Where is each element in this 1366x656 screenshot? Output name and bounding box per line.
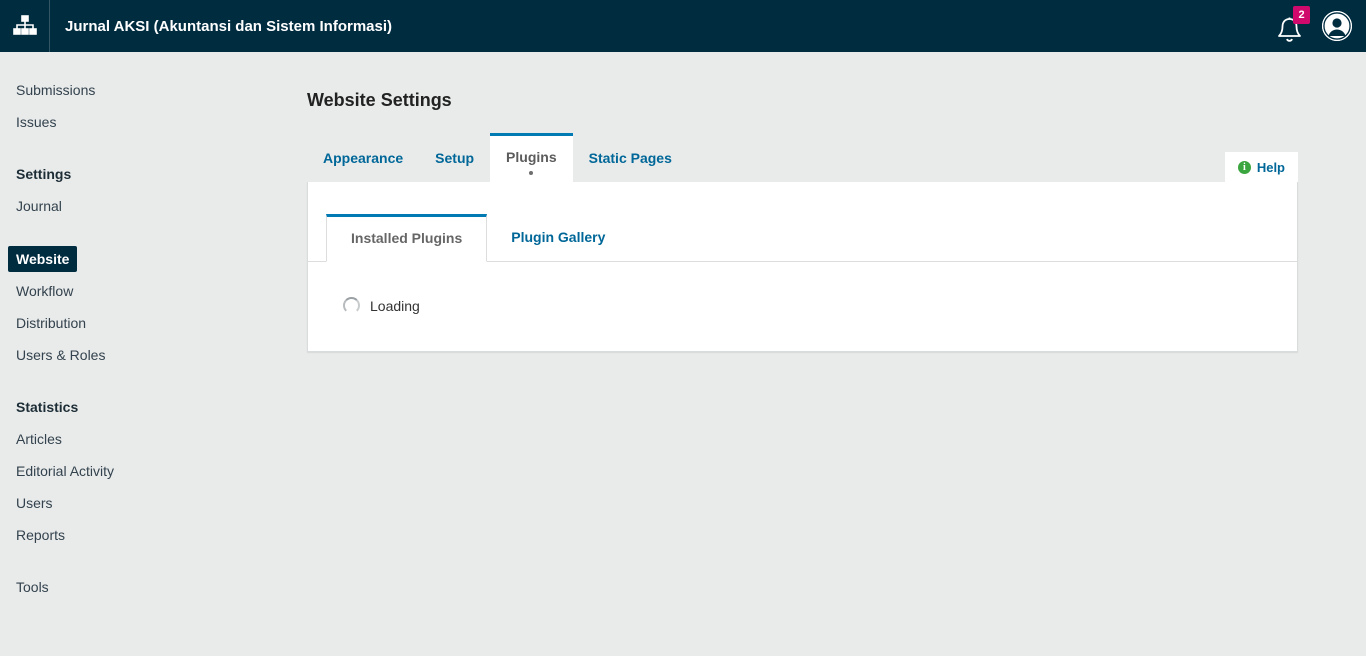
sidebar-nav: Submissions Issues Settings Journal Webs… — [0, 52, 307, 656]
loading-area: Loading — [308, 262, 1297, 351]
sidebar-item-reports[interactable]: Reports — [16, 525, 307, 545]
loading-label: Loading — [370, 297, 420, 314]
notifications-button[interactable]: 2 — [1272, 6, 1310, 44]
main-content: Website Settings Appearance Setup Plugin… — [307, 52, 1366, 656]
sidebar-item-distribution[interactable]: Distribution — [16, 313, 307, 333]
sidebar-heading-statistics: Statistics — [16, 399, 79, 415]
tab-installed-plugins[interactable]: Installed Plugins — [326, 214, 488, 262]
active-tab-dot — [529, 171, 534, 175]
loading-spinner-icon — [343, 297, 360, 314]
user-avatar-icon — [1322, 11, 1352, 41]
help-button[interactable]: i Help — [1224, 152, 1298, 182]
tab-plugin-gallery[interactable]: Plugin Gallery — [487, 214, 629, 262]
plugins-tabbar: Installed Plugins Plugin Gallery — [308, 182, 1297, 262]
settings-tabbar: Appearance Setup Plugins Static Pages i … — [307, 133, 1298, 182]
tab-setup[interactable]: Setup — [419, 133, 490, 182]
sidebar-item-tools[interactable]: Tools — [16, 577, 307, 597]
tab-static-pages[interactable]: Static Pages — [573, 133, 688, 182]
user-menu-button[interactable] — [1322, 11, 1352, 41]
sidebar-item-editorial-activity[interactable]: Editorial Activity — [16, 461, 307, 481]
sitemap-icon — [12, 15, 37, 35]
sidebar-item-issues[interactable]: Issues — [16, 112, 307, 132]
tab-appearance[interactable]: Appearance — [307, 133, 419, 182]
help-label: Help — [1256, 159, 1285, 175]
journal-title: Jurnal AKSI (Akuntansi dan Sistem Inform… — [65, 17, 393, 35]
sidebar-item-journal[interactable]: Journal — [16, 196, 307, 216]
sidebar-heading-settings: Settings — [16, 166, 72, 182]
notification-count-badge: 2 — [1293, 6, 1310, 24]
sidebar-item-website[interactable]: Website — [8, 246, 78, 272]
sidebar-item-users-roles[interactable]: Users & Roles — [16, 345, 307, 365]
info-icon: i — [1237, 160, 1251, 174]
sidebar-item-workflow[interactable]: Workflow — [16, 281, 307, 301]
sidebar-item-articles[interactable]: Articles — [16, 429, 307, 449]
page-title: Website Settings — [307, 90, 452, 110]
sidebar-item-users[interactable]: Users — [16, 493, 307, 513]
tab-plugins[interactable]: Plugins — [490, 133, 573, 182]
plugins-panel: Installed Plugins Plugin Gallery Loading — [307, 182, 1298, 352]
sidebar-item-submissions[interactable]: Submissions — [16, 80, 307, 100]
sitemap-menu-button[interactable] — [0, 0, 50, 52]
topbar: Jurnal AKSI (Akuntansi dan Sistem Inform… — [0, 0, 1366, 52]
